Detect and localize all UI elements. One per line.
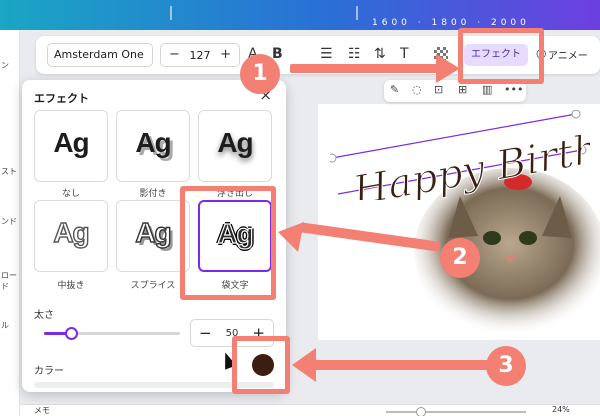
step-1-badge: 1 [240,54,280,94]
step-2-badge: 2 [440,238,480,278]
step-3-badge: 3 [486,346,526,386]
